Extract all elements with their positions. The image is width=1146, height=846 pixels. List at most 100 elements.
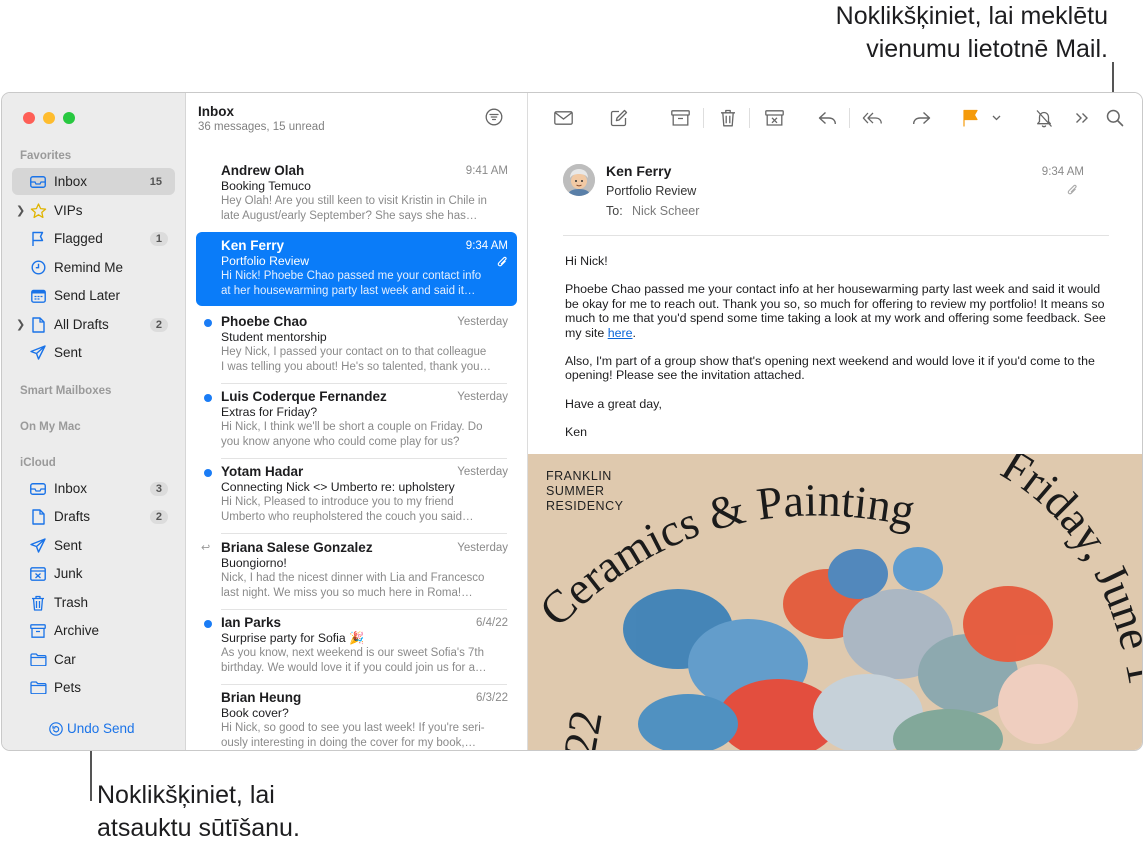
section-smart-mailboxes[interactable]: Smart Mailboxes (20, 385, 111, 397)
sidebar-item-icloud-drafts[interactable]: Drafts 2 (12, 503, 175, 530)
sidebar-item-label: Sent (54, 538, 82, 553)
chevron-down-icon (992, 115, 1000, 121)
junk-icon (764, 110, 784, 126)
zoom-window-button[interactable] (63, 112, 75, 124)
reply-all-button[interactable] (862, 107, 884, 129)
message-sender: Yotam Hadar (221, 464, 304, 479)
sidebar-item-icloud-inbox[interactable]: Inbox 3 (12, 475, 175, 502)
get-mail-button[interactable] (552, 107, 574, 129)
compose-button[interactable] (608, 107, 630, 129)
folder-icon (29, 679, 47, 697)
list-item[interactable]: ↩ Briana Salese Gonzalez Yesterday Buong… (196, 534, 517, 610)
sidebar-item-send-later[interactable]: Send Later (12, 282, 175, 309)
message-date: 6/4/22 (476, 617, 508, 629)
archive-icon (29, 622, 47, 640)
section-icloud[interactable]: iCloud (20, 457, 56, 469)
mailbox-title: Inbox (198, 104, 234, 119)
envelope-icon (553, 111, 573, 125)
mute-button[interactable] (1033, 107, 1055, 129)
message-sender: Phoebe Chao (221, 314, 308, 329)
mail-window: Favorites Inbox 15 ❯ VIPs Flagged 1 Remi… (1, 92, 1143, 751)
search-callout-line2: vienumu lietotnē Mail. (866, 35, 1108, 63)
attachment-image[interactable]: FRANKLIN SUMMER RESIDENCY Ceramics & Pai… (528, 454, 1142, 750)
message-from[interactable]: Ken Ferry (606, 163, 671, 179)
divider (849, 108, 850, 128)
body-paragraph: Phoebe Chao passed me your contact info … (565, 282, 1106, 340)
chevron-right-icon[interactable]: ❯ (16, 318, 25, 331)
trash-icon (721, 109, 735, 127)
message-sender: Briana Salese Gonzalez (221, 540, 373, 555)
sidebar-item-label: Send Later (54, 288, 121, 303)
undo-send-label: Undo Send (67, 721, 135, 736)
flag-button[interactable] (959, 107, 981, 129)
message-preview: Nick, I had the nicest dinner with Lia a… (221, 572, 485, 599)
undo-send-button[interactable]: Undo Send (49, 721, 135, 736)
sidebar-item-inbox[interactable]: Inbox 15 (12, 168, 175, 195)
unread-count: 2 (149, 317, 168, 332)
chevron-right-icon[interactable]: ❯ (16, 204, 25, 217)
message-subject-header: Portfolio Review (606, 184, 697, 198)
compose-icon (610, 109, 628, 127)
divider (703, 108, 704, 128)
message-subject: Student mentorship (221, 330, 327, 344)
list-item[interactable]: Andrew Olah 9:41 AM Booking Temuco Hey O… (196, 157, 517, 233)
sidebar-item-trash[interactable]: Trash (12, 589, 175, 616)
move-to-junk-button[interactable] (763, 107, 785, 129)
archive-icon (670, 110, 690, 126)
unread-count: 3 (149, 481, 168, 496)
sidebar-item-label: All Drafts (54, 317, 109, 332)
close-window-button[interactable] (23, 112, 35, 124)
archive-button[interactable] (669, 107, 691, 129)
sidebar-item-all-drafts[interactable]: ❯ All Drafts 2 (12, 311, 175, 338)
unread-dot (204, 394, 212, 402)
body-paragraph: Also, I'm part of a group show that's op… (565, 354, 1095, 383)
toolbar (528, 93, 1142, 143)
message-sender: Ken Ferry (221, 238, 285, 253)
message-recipient[interactable]: Nick Scheer (632, 204, 699, 218)
search-icon (1106, 109, 1124, 127)
list-item[interactable]: Brian Heung 6/3/22 Book cover? Hi Nick, … (196, 684, 517, 750)
envelope-icon (29, 173, 47, 191)
section-on-my-mac[interactable]: On My Mac (20, 421, 81, 433)
closing: Have a great day, (565, 396, 662, 411)
document-icon (29, 316, 47, 334)
message-sender: Ian Parks (221, 615, 282, 630)
flag-menu-button[interactable] (989, 107, 1003, 129)
list-item[interactable]: Phoebe Chao Yesterday Student mentorship… (196, 308, 517, 384)
document-icon (29, 508, 47, 526)
sidebar-item-label: Archive (54, 623, 100, 638)
list-item[interactable]: Yotam Hadar Yesterday Connecting Nick <>… (196, 458, 517, 534)
sidebar-item-pets[interactable]: Pets (12, 674, 175, 701)
reply-button[interactable] (816, 107, 838, 129)
sidebar-item-remind-me[interactable]: Remind Me (12, 254, 175, 281)
sidebar-item-label: Pets (54, 680, 82, 695)
sidebar-item-archive[interactable]: Archive (12, 617, 175, 644)
sidebar-item-sent[interactable]: Sent (12, 339, 175, 366)
sidebar-item-label: Inbox (54, 174, 88, 189)
sidebar-item-label: Junk (54, 566, 83, 581)
filter-icon (485, 108, 503, 126)
minimize-window-button[interactable] (43, 112, 55, 124)
sidebar-item-car[interactable]: Car (12, 646, 175, 673)
delete-button[interactable] (717, 107, 739, 129)
filter-button[interactable] (485, 108, 503, 131)
sidebar-item-label: VIPs (54, 203, 83, 218)
message-date: 9:41 AM (465, 165, 508, 177)
list-item-selected[interactable]: Ken Ferry 9:34 AM Portfolio Review Hi Ni… (196, 232, 517, 306)
sidebar-item-vips[interactable]: ❯ VIPs (12, 197, 175, 224)
sidebar-item-label: Car (54, 652, 76, 667)
message-date: 9:34 AM (465, 240, 508, 252)
list-item[interactable]: Luis Coderque Fernandez Yesterday Extras… (196, 383, 517, 459)
forward-icon (912, 111, 930, 124)
message-sender: Andrew Olah (221, 163, 305, 178)
more-toolbar-button[interactable] (1071, 107, 1093, 129)
list-item[interactable]: Ian Parks 6/4/22 Surprise party for Sofi… (196, 609, 517, 685)
site-link[interactable]: here (608, 326, 633, 340)
sidebar-item-icloud-sent[interactable]: Sent (12, 532, 175, 559)
flag-icon (962, 109, 978, 127)
search-button[interactable] (1104, 107, 1126, 129)
forward-button[interactable] (910, 107, 932, 129)
undo-icon (49, 721, 63, 736)
sidebar-item-junk[interactable]: Junk (12, 560, 175, 587)
sidebar-item-flagged[interactable]: Flagged 1 (12, 225, 175, 252)
